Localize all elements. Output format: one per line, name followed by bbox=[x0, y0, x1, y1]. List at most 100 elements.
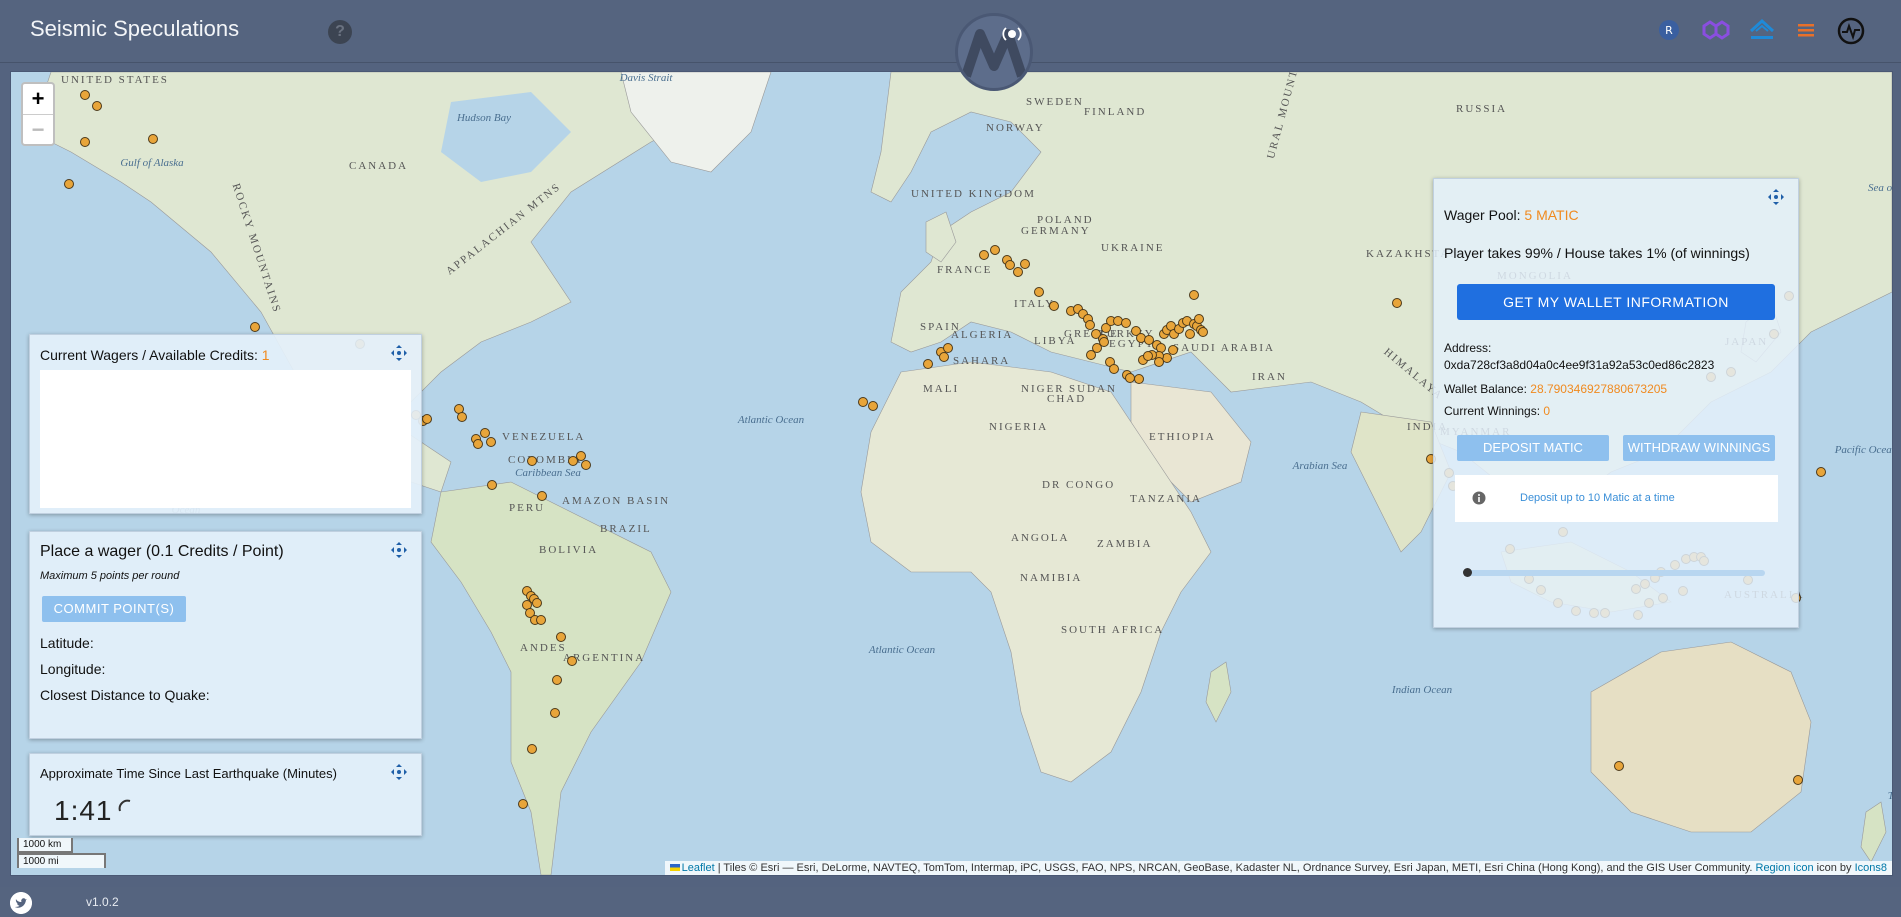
earthquake-marker[interactable] bbox=[1049, 301, 1059, 311]
earthquake-marker[interactable] bbox=[556, 632, 566, 642]
deposit-matic-button[interactable]: DEPOSIT MATIC bbox=[1457, 435, 1609, 461]
earthquake-marker[interactable] bbox=[923, 359, 933, 369]
earthquake-marker[interactable] bbox=[250, 322, 260, 332]
earthquake-marker[interactable] bbox=[527, 456, 537, 466]
earthquake-marker[interactable] bbox=[567, 656, 577, 666]
earthquake-marker[interactable] bbox=[536, 615, 546, 625]
move-icon[interactable] bbox=[391, 764, 407, 780]
wager-panel-title: Place a wager (0.1 Credits / Point) bbox=[40, 543, 284, 560]
earthquake-marker[interactable] bbox=[1185, 329, 1195, 339]
place-wager-panel: Place a wager (0.1 Credits / Point) Maxi… bbox=[29, 531, 422, 739]
twitter-icon[interactable] bbox=[10, 892, 32, 914]
closest-distance-label: Closest Distance to Quake: bbox=[40, 687, 210, 703]
menu-icon[interactable] bbox=[1793, 17, 1819, 43]
earthquake-marker[interactable] bbox=[1121, 318, 1131, 328]
move-icon[interactable] bbox=[391, 345, 407, 361]
map-label: ANGOLA bbox=[1011, 532, 1070, 544]
earthquake-marker[interactable] bbox=[422, 414, 432, 424]
deposit-note-box: Deposit up to 10 Matic at a time bbox=[1455, 475, 1778, 522]
earthquake-marker[interactable] bbox=[550, 708, 560, 718]
map-sea-label: Hudson Bay bbox=[456, 112, 512, 124]
help-icon[interactable]: ? bbox=[328, 20, 352, 44]
earthquake-marker[interactable] bbox=[1189, 290, 1199, 300]
wager-pool: Wager Pool: 5 MATIC bbox=[1444, 207, 1579, 223]
earthquake-marker[interactable] bbox=[858, 397, 868, 407]
earthquake-marker[interactable] bbox=[939, 352, 949, 362]
withdraw-winnings-button[interactable]: WITHDRAW WINNINGS bbox=[1623, 435, 1775, 461]
deposit-slider-handle[interactable] bbox=[1463, 568, 1472, 577]
earthquake-marker[interactable] bbox=[518, 799, 528, 809]
earthquake-marker[interactable] bbox=[1816, 467, 1826, 477]
exchange-icon[interactable] bbox=[1747, 17, 1777, 43]
loading-spinner-icon bbox=[118, 799, 131, 812]
earthquake-marker[interactable] bbox=[1034, 287, 1044, 297]
map-label: IRAN bbox=[1252, 371, 1287, 383]
region-icon-link[interactable]: Region icon bbox=[1756, 862, 1814, 874]
earthquake-marker[interactable] bbox=[148, 134, 158, 144]
earthquake-marker[interactable] bbox=[1143, 351, 1153, 361]
app-header: Seismic Speculations ? R bbox=[0, 0, 1901, 63]
current-winnings: Current Winnings: 0 bbox=[1444, 404, 1550, 418]
earthquake-marker[interactable] bbox=[532, 598, 542, 608]
earthquake-marker[interactable] bbox=[537, 491, 547, 501]
earthquake-marker[interactable] bbox=[486, 437, 496, 447]
commit-points-button[interactable]: COMMIT POINT(S) bbox=[42, 596, 186, 622]
map-label: BRAZIL bbox=[600, 523, 652, 535]
map-sea-label: Atlantic Ocean bbox=[868, 644, 936, 656]
earthquake-marker[interactable] bbox=[80, 137, 90, 147]
move-icon[interactable] bbox=[391, 542, 407, 558]
map-label: SOUTH AFRICA bbox=[1061, 624, 1165, 636]
scale-km: 1000 km bbox=[17, 838, 73, 853]
earthquake-marker[interactable] bbox=[1134, 374, 1144, 384]
map-label: RUSSIA bbox=[1456, 103, 1508, 115]
zoom-out-button[interactable]: − bbox=[23, 114, 53, 145]
current-wagers-panel: Current Wagers / Available Credits: 1 bbox=[29, 334, 422, 514]
crypto-icon-1[interactable]: R bbox=[1656, 17, 1682, 43]
earthquake-marker[interactable] bbox=[1013, 267, 1023, 277]
zoom-in-button[interactable]: + bbox=[23, 84, 53, 114]
earthquake-marker[interactable] bbox=[527, 744, 537, 754]
info-icon bbox=[1472, 491, 1486, 505]
earthquake-marker[interactable] bbox=[457, 412, 467, 422]
activity-icon[interactable] bbox=[1837, 17, 1865, 45]
map-sea-label: Arabian Sea bbox=[1292, 460, 1348, 472]
map-label: ETHIOPIA bbox=[1149, 431, 1216, 443]
earthquake-marker[interactable] bbox=[487, 480, 497, 490]
earthquake-marker[interactable] bbox=[1392, 298, 1402, 308]
icons8-link[interactable]: Icons8 bbox=[1855, 862, 1887, 874]
earthquake-marker[interactable] bbox=[979, 250, 989, 260]
earthquake-marker[interactable] bbox=[1194, 314, 1204, 324]
earthquake-marker[interactable] bbox=[80, 90, 90, 100]
earthquake-marker[interactable] bbox=[990, 245, 1000, 255]
scale-mi: 1000 mi bbox=[17, 853, 106, 868]
map-sea-label: Caribbean Sea bbox=[515, 467, 581, 479]
logo-icon[interactable] bbox=[955, 13, 1033, 91]
earthquake-marker[interactable] bbox=[581, 460, 591, 470]
map-sea-label: Pacific Ocean bbox=[1834, 444, 1893, 456]
attribution-text: | Tiles © Esri — Esri, DeLorme, NAVTEQ, … bbox=[717, 862, 1753, 874]
earthquake-marker[interactable] bbox=[64, 179, 74, 189]
wagers-panel-title: Current Wagers / Available Credits: 1 bbox=[40, 347, 270, 363]
earthquake-marker[interactable] bbox=[1198, 327, 1208, 337]
earthquake-marker[interactable] bbox=[1793, 775, 1803, 785]
app-version: v1.0.2 bbox=[86, 895, 119, 909]
wager-pool-value: 5 MATIC bbox=[1524, 207, 1579, 223]
move-icon[interactable] bbox=[1768, 189, 1784, 205]
map-label: AMAZON BASIN bbox=[562, 495, 671, 507]
ukraine-flag-icon bbox=[669, 864, 680, 871]
leaflet-link[interactable]: Leaflet bbox=[682, 862, 715, 874]
earthquake-marker[interactable] bbox=[92, 101, 102, 111]
wagers-title-text: Current Wagers / Available Credits: bbox=[40, 347, 258, 363]
deposit-slider[interactable] bbox=[1467, 570, 1765, 576]
get-wallet-info-button[interactable]: GET MY WALLET INFORMATION bbox=[1457, 284, 1775, 320]
earthquake-marker[interactable] bbox=[1614, 761, 1624, 771]
earthquake-marker[interactable] bbox=[1154, 357, 1164, 367]
earthquake-marker[interactable] bbox=[1109, 364, 1119, 374]
earthquake-marker[interactable] bbox=[473, 439, 483, 449]
earthquake-marker[interactable] bbox=[1086, 350, 1096, 360]
earthquake-marker[interactable] bbox=[552, 675, 562, 685]
map-scale: 1000 km 1000 mi bbox=[17, 838, 106, 868]
svg-text:R: R bbox=[1665, 24, 1673, 37]
polygon-icon[interactable] bbox=[1700, 17, 1732, 43]
earthquake-marker[interactable] bbox=[868, 401, 878, 411]
